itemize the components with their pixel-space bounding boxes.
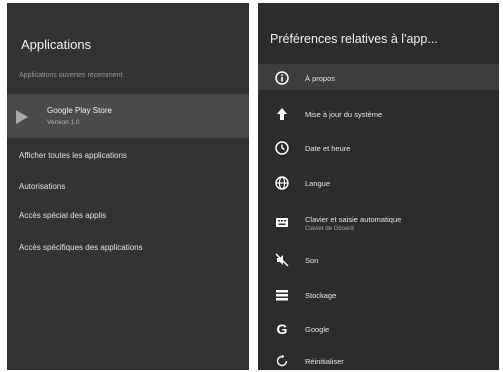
preferences-title: Préférences relatives à l'app... bbox=[270, 32, 438, 46]
apps-panel: Applications Applications ouvertes récem… bbox=[7, 3, 249, 370]
recent-apps-header: Applications ouvertes récemment bbox=[19, 72, 123, 79]
clock-icon bbox=[274, 140, 290, 156]
settings-item-label: Clavier et saisie automatique bbox=[305, 215, 402, 224]
storage-icon bbox=[274, 287, 290, 303]
settings-item-label: Google bbox=[305, 325, 330, 334]
settings-item-label: Stockage bbox=[305, 291, 337, 300]
google-icon: G bbox=[276, 321, 288, 337]
keyboard-icon bbox=[274, 214, 290, 230]
settings-item-language[interactable]: Langue bbox=[258, 169, 499, 199]
apps-title: Applications bbox=[21, 37, 92, 52]
settings-item-date-time[interactable]: Date et heure bbox=[258, 134, 499, 164]
settings-item-storage[interactable]: Stockage bbox=[258, 281, 499, 311]
settings-item-about[interactable]: À propos bbox=[258, 64, 499, 94]
system-update-icon bbox=[274, 106, 290, 122]
settings-item-sublabel: Clavier de Gboard bbox=[305, 226, 354, 232]
settings-item-label: À propos bbox=[305, 74, 336, 83]
app-preferences-panel: Préférences relatives à l'app... À propo… bbox=[258, 3, 499, 370]
settings-item-reset[interactable]: Réinitialiser bbox=[258, 347, 499, 370]
settings-item-system-update[interactable]: Mise à jour du système bbox=[258, 100, 499, 130]
settings-item-label: Date et heure bbox=[305, 144, 351, 153]
settings-item-keyboard[interactable]: Clavier et saisie automatique Clavier de… bbox=[258, 205, 499, 239]
specific-access-item[interactable]: Accès spécifiques des applications bbox=[19, 243, 143, 252]
settings-item-label: Son bbox=[305, 256, 319, 265]
settings-item-label: Langue bbox=[305, 179, 331, 188]
app-version: Version 1.0 bbox=[47, 119, 80, 126]
settings-item-sound[interactable]: Son bbox=[258, 246, 499, 276]
special-access-item[interactable]: Accès spécial des applis bbox=[19, 211, 106, 220]
reset-icon bbox=[274, 353, 290, 369]
recent-app-google-play-store[interactable]: Google Play Store Version 1.0 bbox=[7, 94, 249, 138]
settings-item-label: Mise à jour du système bbox=[305, 110, 383, 119]
settings-item-google[interactable]: G Google bbox=[258, 315, 499, 345]
settings-item-label: Réinitialiser bbox=[305, 357, 344, 366]
play-store-icon bbox=[16, 110, 28, 124]
info-icon bbox=[274, 70, 290, 86]
app-name: Google Play Store bbox=[47, 106, 112, 115]
see-all-apps-item[interactable]: Afficher toutes les applications bbox=[19, 151, 127, 160]
sound-off-icon bbox=[274, 252, 290, 268]
globe-icon bbox=[274, 175, 290, 191]
permissions-item[interactable]: Autorisations bbox=[19, 182, 65, 191]
